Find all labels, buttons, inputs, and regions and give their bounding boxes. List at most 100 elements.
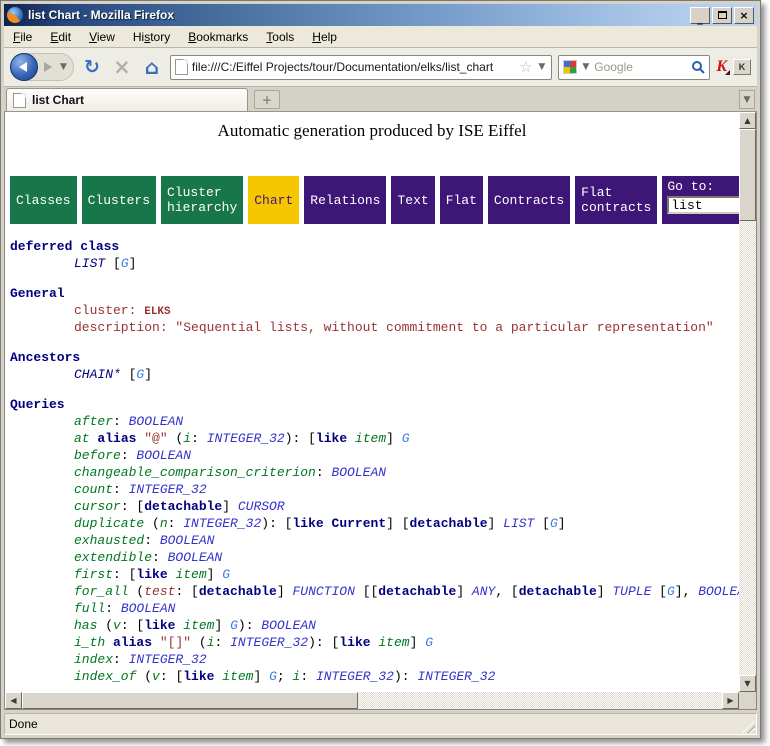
doc-button-flat[interactable]: Flat <box>440 176 483 224</box>
minimize-button[interactable]: _ <box>690 7 710 24</box>
tab-list-chart[interactable]: list Chart <box>6 88 248 111</box>
doc-button-clusters[interactable]: Clusters <box>82 176 156 224</box>
vertical-scrollbar[interactable]: ▲ ▼ <box>739 112 756 692</box>
search-bar[interactable]: ▼ Google <box>558 55 710 80</box>
doc-button-cluster-hierarchy[interactable]: Cluster hierarchy <box>161 176 243 224</box>
kaspersky-icon[interactable]: K <box>716 58 727 76</box>
class-link[interactable]: BOOLEAN <box>261 618 316 633</box>
class-link[interactable]: G <box>222 567 230 582</box>
history-dropdown-icon[interactable]: ▼ <box>58 62 69 72</box>
menu-bookmarks[interactable]: Bookmarks <box>179 28 257 46</box>
code-token-pl: ] <box>558 516 566 531</box>
bookmark-star-icon[interactable]: ☆ <box>519 58 532 76</box>
class-link[interactable]: INTEGER_32 <box>417 669 495 684</box>
class-link[interactable]: G <box>667 584 675 599</box>
scroll-right-button[interactable]: ▶ <box>722 692 739 709</box>
doc-button-flat-contracts[interactable]: Flat contracts <box>575 176 657 224</box>
doc-button-text[interactable]: Text <box>391 176 434 224</box>
class-link[interactable]: INTEGER_32 <box>230 635 308 650</box>
list-all-tabs-button[interactable]: ▼ <box>739 90 755 109</box>
doc-button-chart[interactable]: Chart <box>248 176 299 224</box>
menu-file[interactable]: File <box>4 28 41 46</box>
class-link[interactable]: G <box>121 256 129 271</box>
browser-viewport: Automatic generation produced by ISE Eif… <box>4 112 757 710</box>
scroll-up-button[interactable]: ▲ <box>739 112 756 129</box>
doc-button-classes[interactable]: Classes <box>10 176 77 224</box>
class-link[interactable]: CURSOR <box>238 499 285 514</box>
code-token-pl: [ <box>534 516 550 531</box>
code-token-pl: : <box>105 601 121 616</box>
stop-button[interactable]: × <box>110 54 134 80</box>
menu-view[interactable]: View <box>80 28 124 46</box>
menu-edit[interactable]: Edit <box>41 28 80 46</box>
scroll-down-button[interactable]: ▼ <box>739 675 756 692</box>
class-link[interactable]: LIST <box>503 516 534 531</box>
class-link[interactable]: G <box>550 516 558 531</box>
class-link[interactable]: BOOLEAN <box>168 550 223 565</box>
maximize-button[interactable] <box>712 7 732 24</box>
code-token-kw: like <box>316 431 347 446</box>
code-token-feat: item <box>355 431 386 446</box>
url-text[interactable]: file:///C:/Eiffel Projects/tour/Document… <box>192 60 515 74</box>
class-link[interactable]: INTEGER_32 <box>129 652 207 667</box>
menu-help[interactable]: Help <box>303 28 346 46</box>
class-link[interactable]: INTEGER_32 <box>183 516 261 531</box>
address-bar[interactable]: file:///C:/Eiffel Projects/tour/Document… <box>170 55 552 80</box>
close-button[interactable]: × <box>734 7 754 24</box>
class-link[interactable]: BOOLEAN <box>121 601 176 616</box>
code-token-pl: ] <box>144 367 152 382</box>
class-link[interactable]: FUNCTION <box>292 584 354 599</box>
class-link[interactable]: BOOLEAN <box>160 533 215 548</box>
code-token-pl: : <box>191 431 207 446</box>
code-token-feat: count <box>74 482 113 497</box>
url-dropdown-icon[interactable]: ▼ <box>536 62 547 72</box>
title-bar[interactable]: list Chart - Mozilla Firefox _ × <box>4 4 757 26</box>
code-token-str: "[]" <box>160 635 191 650</box>
search-input[interactable]: Google <box>594 60 688 74</box>
code-token-pl: : <box>113 414 129 429</box>
code-token-pl: : [ <box>121 499 144 514</box>
resize-grip[interactable] <box>742 720 755 733</box>
menu-tools[interactable]: Tools <box>257 28 303 46</box>
horizontal-scroll-thumb[interactable] <box>22 692 358 709</box>
code-token-pl: : <box>113 482 129 497</box>
class-link[interactable]: BOOLEAN <box>331 465 386 480</box>
code-token-pl: ] <box>222 499 238 514</box>
horizontal-scrollbar[interactable]: ◀ ▶ <box>5 692 739 709</box>
code-token-feat: has <box>74 618 97 633</box>
doc-button-contracts[interactable]: Contracts <box>488 176 570 224</box>
scroll-left-button[interactable]: ◀ <box>5 692 22 709</box>
code-token-pl: : <box>300 669 316 684</box>
class-link[interactable]: TUPLE <box>612 584 651 599</box>
code-token-feat: index_of <box>74 669 136 684</box>
class-link[interactable]: BOOLEAN <box>136 448 191 463</box>
menu-history[interactable]: History <box>124 28 179 46</box>
code-line: LIST [G] <box>10 255 739 272</box>
class-link[interactable]: BOOLEAN <box>698 584 739 599</box>
navigation-toolbar: ▼ ↻ × ⌂ file:///C:/Eiffel Projects/tour/… <box>4 48 757 87</box>
doc-button-relations[interactable]: Relations <box>304 176 386 224</box>
code-token-pl: : <box>144 533 160 548</box>
reload-button[interactable]: ↻ <box>80 54 104 80</box>
code-token-pl: : [ <box>160 669 183 684</box>
class-link[interactable]: ANY <box>472 584 495 599</box>
class-link[interactable]: INTEGER_32 <box>316 669 394 684</box>
search-engine-dropdown-icon[interactable]: ▼ <box>580 62 591 72</box>
class-link[interactable]: INTEGER_32 <box>129 482 207 497</box>
class-link[interactable]: INTEGER_32 <box>207 431 285 446</box>
search-icon[interactable] <box>691 60 705 74</box>
class-link[interactable]: G <box>230 618 238 633</box>
code-line: Queries <box>10 396 739 413</box>
class-link[interactable]: G <box>402 431 410 446</box>
home-button[interactable]: ⌂ <box>140 54 164 80</box>
code-token-kw: like <box>144 618 175 633</box>
k-extension-button[interactable]: K <box>733 59 751 75</box>
class-link[interactable]: G <box>425 635 433 650</box>
vertical-scroll-thumb[interactable] <box>739 129 756 221</box>
goto-input[interactable] <box>667 196 739 214</box>
back-button[interactable] <box>10 53 38 81</box>
forward-button[interactable] <box>38 58 58 76</box>
class-link[interactable]: BOOLEAN <box>129 414 184 429</box>
new-tab-button[interactable]: + <box>254 90 280 109</box>
class-link[interactable]: G <box>269 669 277 684</box>
